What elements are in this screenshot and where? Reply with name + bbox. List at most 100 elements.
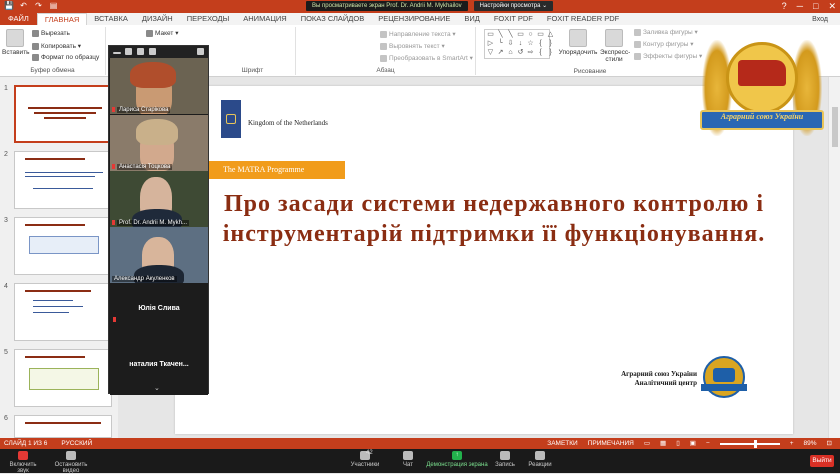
- undo-icon[interactable]: ↶: [19, 1, 28, 11]
- tab-file[interactable]: ФАЙЛ: [0, 13, 37, 25]
- tab-foxit-pdf[interactable]: FOXIT PDF: [487, 13, 540, 25]
- shape-glyph[interactable]: ▭: [486, 31, 495, 39]
- tab-review[interactable]: РЕЦЕНЗИРОВАНИЕ: [371, 13, 457, 25]
- shape-glyph[interactable]: }: [546, 40, 555, 48]
- shape-glyph[interactable]: ⇩: [506, 40, 515, 48]
- unmute-button[interactable]: Включить звук: [4, 451, 42, 474]
- zoom-out-icon[interactable]: −: [706, 438, 710, 449]
- slide-sorter-icon[interactable]: ▦: [660, 438, 666, 449]
- slideshow-icon[interactable]: ▤: [49, 1, 58, 11]
- tab-slideshow[interactable]: ПОКАЗ СЛАЙДОВ: [294, 13, 372, 25]
- slide-thumbnail-5[interactable]: [14, 349, 112, 407]
- shape-glyph[interactable]: }: [546, 49, 555, 57]
- paste-button[interactable]: Вставить: [2, 29, 30, 56]
- shape-glyph[interactable]: ▷: [486, 40, 495, 48]
- shape-glyph[interactable]: ↗: [496, 49, 505, 57]
- scrollbar-thumb[interactable]: [832, 107, 838, 147]
- shape-outline-label: Контур фигуры ▾: [643, 41, 694, 48]
- notes-button[interactable]: ЗАМЕТКИ: [547, 438, 577, 449]
- smartart-button[interactable]: Преобразовать в SmartArt ▾: [380, 54, 473, 62]
- shape-glyph[interactable]: ▭: [536, 31, 545, 39]
- chat-button[interactable]: Чат: [398, 451, 418, 468]
- shape-glyph[interactable]: ↺: [516, 49, 525, 57]
- view-options-button[interactable]: Настройки просмотра ⌄: [473, 1, 554, 11]
- sign-in-link[interactable]: Вход: [812, 16, 828, 23]
- tab-insert[interactable]: ВСТАВКА: [87, 13, 135, 25]
- reaction-icon: [535, 451, 545, 460]
- reading-view-icon[interactable]: ▯: [676, 438, 680, 449]
- harvester-icon: [713, 368, 735, 382]
- minimize-icon[interactable]: [113, 52, 121, 54]
- participant-tile[interactable]: Анастасія Тоцкова: [110, 115, 208, 171]
- minimize-icon[interactable]: ─: [797, 0, 803, 13]
- shape-glyph[interactable]: ⌂: [506, 49, 515, 57]
- normal-view-icon[interactable]: ▭: [644, 438, 650, 449]
- shape-glyph[interactable]: ╲: [496, 31, 505, 39]
- shape-glyph[interactable]: ☆: [526, 40, 535, 48]
- fit-slide-icon[interactable]: ⊡: [827, 438, 832, 449]
- participant-tile-no-video[interactable]: Юлія Слива: [110, 283, 208, 339]
- save-icon[interactable]: 💾: [4, 1, 14, 11]
- gallery-view-icon[interactable]: [149, 48, 156, 55]
- reactions-button[interactable]: Реакции: [528, 451, 552, 468]
- tab-home[interactable]: ГЛАВНАЯ: [36, 12, 88, 26]
- shape-glyph[interactable]: ▽: [486, 49, 495, 57]
- quick-styles-button[interactable]: Экспресс-стили: [600, 29, 630, 63]
- participant-tile[interactable]: Лариса Старікова: [110, 58, 208, 114]
- shape-glyph[interactable]: △: [546, 31, 555, 39]
- comments-button[interactable]: ПРИМЕЧАНИЯ: [588, 438, 634, 449]
- arrange-button[interactable]: Упорядочить: [556, 29, 600, 56]
- leave-meeting-button[interactable]: Выйти: [810, 455, 834, 467]
- shapes-gallery[interactable]: ▭ ╲ ╲ ▭ ○ ▭ △ ▷ ╰ ⇩ ↓ ☆ { } ▽ ↗ ⌂ ↺ ⇨ { …: [484, 29, 553, 59]
- shape-glyph[interactable]: ╲: [506, 31, 515, 39]
- stop-video-button[interactable]: Остановить видео: [46, 451, 96, 474]
- shape-glyph[interactable]: {: [536, 49, 545, 57]
- slideshow-view-icon[interactable]: ▣: [690, 438, 696, 449]
- chevron-down-icon[interactable]: ⌄: [154, 384, 160, 392]
- copy-button[interactable]: Копировать ▾: [32, 42, 81, 50]
- shape-fill-button[interactable]: Заливка фигуры ▾: [634, 28, 698, 36]
- tab-foxit-reader-pdf[interactable]: FOXIT READER PDF: [540, 13, 626, 25]
- shape-glyph[interactable]: ⇨: [526, 49, 535, 57]
- text-direction-button[interactable]: Направление текста ▾: [380, 30, 456, 38]
- shape-glyph[interactable]: {: [536, 40, 545, 48]
- tab-view[interactable]: ВИД: [457, 13, 486, 25]
- tab-transitions[interactable]: ПЕРЕХОДЫ: [180, 13, 237, 25]
- maximize-icon[interactable]: □: [813, 0, 818, 13]
- help-icon[interactable]: ?: [782, 0, 787, 13]
- shape-effects-button[interactable]: Эффекты фигуры ▾: [634, 52, 702, 60]
- zoom-slider[interactable]: [719, 439, 780, 448]
- slide-thumbnail-4[interactable]: [14, 283, 112, 341]
- share-screen-button[interactable]: ↑ Демонстрация экрана: [426, 451, 488, 468]
- redo-icon[interactable]: ↷: [34, 1, 43, 11]
- speaker-view-icon[interactable]: [125, 48, 132, 55]
- slide-thumbnail-2[interactable]: [14, 151, 112, 209]
- slide-thumbnail-6[interactable]: [14, 415, 112, 438]
- tab-animation[interactable]: АНИМАЦИЯ: [236, 13, 293, 25]
- slide-thumbnail-3[interactable]: [14, 217, 112, 275]
- zoom-in-icon[interactable]: +: [790, 438, 794, 449]
- slide-thumbnail-1[interactable]: [14, 85, 112, 143]
- shape-glyph[interactable]: ╰: [496, 40, 505, 48]
- cut-button[interactable]: Вырезать: [32, 30, 70, 37]
- align-text-button[interactable]: Выровнять текст ▾: [380, 42, 445, 50]
- format-painter-button[interactable]: Формат по образцу: [32, 54, 99, 61]
- shape-glyph[interactable]: ○: [526, 31, 535, 39]
- layout-button[interactable]: Макет ▾: [146, 29, 178, 37]
- zoom-slider-thumb[interactable]: [753, 439, 757, 448]
- slide-title[interactable]: Про засади системи недержавного контролю…: [199, 189, 789, 249]
- expand-icon[interactable]: [197, 48, 204, 55]
- participant-tile[interactable]: Александр Акуленков: [110, 227, 208, 283]
- zoom-level[interactable]: 89%: [804, 438, 817, 449]
- vertical-scrollbar[interactable]: [828, 77, 840, 438]
- participant-tile[interactable]: Prof. Dr. Andrii M. Mykh...: [110, 171, 208, 227]
- tab-design[interactable]: ДИЗАЙН: [135, 13, 180, 25]
- record-button[interactable]: Запись: [494, 451, 516, 468]
- shape-glyph[interactable]: ↓: [516, 40, 525, 48]
- close-icon[interactable]: ✕: [828, 0, 836, 13]
- shape-glyph[interactable]: ▭: [516, 31, 525, 39]
- language-indicator[interactable]: РУССКИЙ: [61, 438, 92, 449]
- strip-view-icon[interactable]: [137, 48, 144, 55]
- participants-button[interactable]: 42 Участники: [348, 450, 382, 468]
- shape-outline-button[interactable]: Контур фигуры ▾: [634, 40, 694, 48]
